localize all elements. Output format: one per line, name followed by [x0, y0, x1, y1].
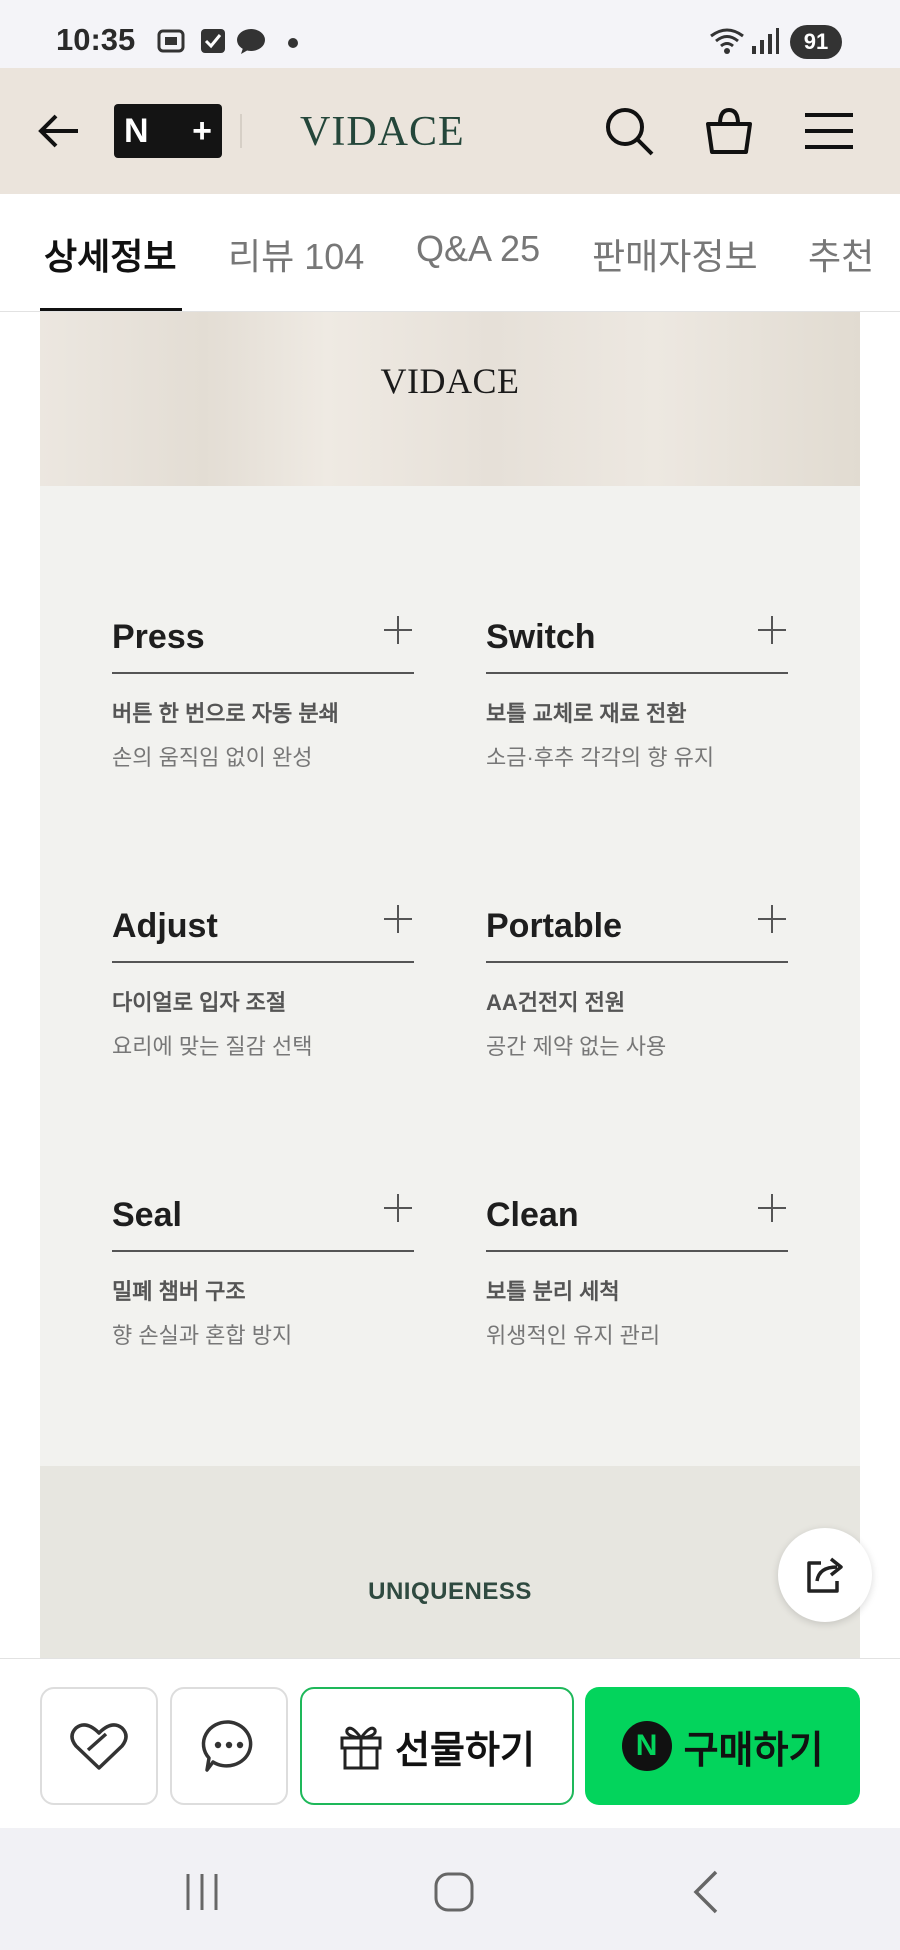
- feature-line1: 버튼 한 번으로 자동 분쇄: [112, 701, 339, 726]
- feature-clean[interactable]: Clean 보틀 분리 세척 위생적인 유지 관리: [486, 1190, 788, 1350]
- gift-button[interactable]: 선물하기: [300, 1687, 574, 1805]
- home-button[interactable]: [424, 1862, 484, 1922]
- feature-title: Seal: [112, 1196, 182, 1234]
- feature-line2: 요리에 맞는 질감 선택: [112, 1034, 313, 1059]
- hamburger-menu-icon: [805, 113, 853, 149]
- notification-dot: [288, 38, 298, 48]
- feature-line1: 보틀 분리 세척: [486, 1279, 620, 1304]
- feature-title: Adjust: [112, 907, 218, 945]
- naver-pay-badge: N: [621, 1721, 672, 1771]
- plus-icon[interactable]: [758, 905, 786, 933]
- screenshot-icon: [157, 29, 185, 53]
- search-icon: [606, 108, 654, 156]
- feature-line2: 소금·후추 각각의 향 유지: [486, 745, 715, 770]
- back-arrow-icon: [38, 114, 78, 148]
- feature-title: Switch: [486, 618, 596, 656]
- buy-label: 구매하기: [683, 1729, 824, 1772]
- product-tabs: 상세정보 리뷰 104 Q&A 25 판매자정보 추천: [0, 194, 900, 312]
- battery-indicator: 91: [790, 25, 842, 59]
- status-time: 10:35: [56, 22, 136, 57]
- talk-button[interactable]: [170, 1687, 288, 1805]
- search-button[interactable]: [596, 98, 662, 164]
- tab-qna[interactable]: Q&A 25: [416, 228, 540, 270]
- tab-seller-info[interactable]: 판매자정보: [592, 228, 758, 280]
- banner-logo: VIDACE: [380, 361, 520, 401]
- check-icon: [201, 29, 225, 53]
- recent-apps-icon: [186, 1874, 218, 1910]
- gift-label: 선물하기: [395, 1729, 535, 1772]
- wifi-icon: [710, 28, 744, 54]
- purchase-action-bar: 선물하기 N 구매하기: [0, 1658, 900, 1828]
- back-button[interactable]: [26, 98, 92, 164]
- feature-adjust[interactable]: Adjust 다이얼로 입자 조절 요리에 맞는 질감 선택: [112, 901, 414, 1061]
- gift-icon: [340, 1726, 382, 1770]
- feature-seal[interactable]: Seal 밀폐 챔버 구조 향 손실과 혼합 방지: [112, 1190, 414, 1350]
- feature-line1: 다이얼로 입자 조절: [112, 990, 287, 1015]
- nav-back-icon: [693, 1870, 718, 1914]
- chat-bubble-icon: [201, 1720, 253, 1772]
- recent-apps-button[interactable]: [172, 1862, 232, 1922]
- header-divider: [240, 114, 242, 148]
- like-button[interactable]: [40, 1687, 158, 1805]
- feature-portable[interactable]: Portable AA건전지 전원 공간 제약 없는 사용: [486, 901, 788, 1061]
- feature-title: Clean: [486, 1196, 579, 1234]
- feature-line2: 공간 제약 없는 사용: [486, 1034, 667, 1059]
- plus-icon[interactable]: [758, 1194, 786, 1222]
- kakaotalk-icon: [237, 29, 265, 54]
- buy-button[interactable]: N 구매하기: [585, 1687, 860, 1805]
- system-nav-bar: [0, 1828, 900, 1950]
- status-bar: 10:35 91: [0, 0, 900, 68]
- feature-grid: Press 버튼 한 번으로 자동 분쇄 손의 움직임 없이 완성 Switch…: [40, 486, 860, 1466]
- plus-icon[interactable]: [384, 1194, 412, 1222]
- feature-line2: 손의 움직임 없이 완성: [112, 745, 313, 770]
- uniqueness-title: UNIQUENESS: [368, 1578, 532, 1605]
- uniqueness-section: UNIQUENESS: [40, 1466, 860, 1658]
- tab-reviews[interactable]: 리뷰 104: [228, 228, 364, 280]
- tab-recommend[interactable]: 추천: [808, 228, 874, 280]
- plus-icon[interactable]: [384, 905, 412, 933]
- feature-line2: 위생적인 유지 관리: [486, 1323, 661, 1348]
- share-icon: [807, 1557, 843, 1593]
- feature-switch[interactable]: Switch 보틀 교체로 재료 전환 소금·후추 각각의 향 유지: [486, 612, 788, 772]
- np-logo-plus: +: [192, 111, 212, 150]
- brand-logo[interactable]: VIDACE: [300, 108, 465, 156]
- brand-banner: VIDACE: [40, 312, 860, 486]
- feature-title: Portable: [486, 907, 623, 945]
- feature-title: Press: [112, 618, 205, 656]
- feature-line2: 향 손실과 혼합 방지: [112, 1323, 293, 1348]
- naver-plus-logo[interactable]: N +: [114, 104, 222, 158]
- cart-button[interactable]: [696, 98, 762, 164]
- share-button[interactable]: [778, 1528, 872, 1622]
- heart-icon: [70, 1723, 128, 1770]
- feature-line1: 보틀 교체로 재료 전환: [486, 701, 687, 726]
- menu-button[interactable]: [796, 98, 862, 164]
- nav-back-button[interactable]: [676, 1862, 736, 1922]
- plus-icon[interactable]: [758, 616, 786, 644]
- plus-icon[interactable]: [384, 616, 412, 644]
- feature-line1: 밀폐 챔버 구조: [112, 1279, 246, 1304]
- product-detail-content: VIDACE Press 버튼 한 번으로 자동 분쇄 손의 움직임 없이 완성…: [40, 312, 860, 1658]
- feature-line1: AA건전지 전원: [486, 990, 626, 1015]
- feature-press[interactable]: Press 버튼 한 번으로 자동 분쇄 손의 움직임 없이 완성: [112, 612, 414, 772]
- app-header: N + VIDACE: [0, 68, 900, 194]
- np-logo-n: N: [124, 111, 149, 150]
- tab-details[interactable]: 상세정보: [44, 228, 176, 280]
- shopping-bag-icon: [706, 107, 752, 154]
- signal-icon: [752, 28, 779, 54]
- home-icon: [434, 1872, 474, 1912]
